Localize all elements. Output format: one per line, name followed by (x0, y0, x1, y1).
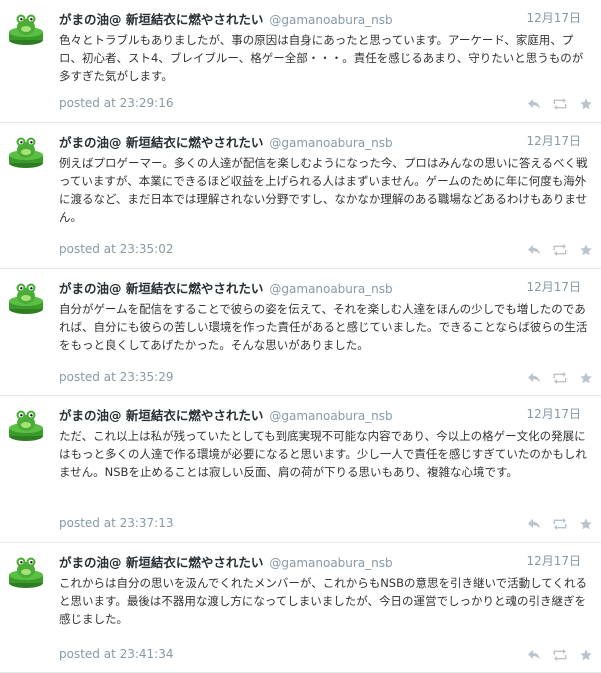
frog-avatar-icon[interactable] (6, 276, 46, 316)
tweet-text: ただ、これ以上は私が残っていたとしても到底実現不可能な内容であり、今以上の格ゲー… (59, 429, 587, 479)
tweet-actions (527, 518, 593, 530)
user-display-name[interactable]: がまの油@ 新垣結衣に燃やされたい (59, 408, 263, 423)
tweet-header: がまの油@ 新垣結衣に燃やされたい @gamanoabura_nsb 12月17日 (59, 132, 591, 150)
tweet-date[interactable]: 12月17日 (526, 405, 581, 422)
tweet-text: 色々とトラブルもありましたが、事の原因は自身にあったと思っています。アーケード、… (59, 33, 584, 83)
retweet-icon[interactable] (553, 98, 567, 110)
user-display-name[interactable]: がまの油@ 新垣結衣に燃やされたい (59, 12, 263, 27)
reply-icon[interactable] (527, 98, 541, 110)
reply-icon[interactable] (527, 244, 541, 256)
user-display-name[interactable]: がまの油@ 新垣結衣に燃やされたい (59, 135, 263, 150)
tweet: がまの油@ 新垣結衣に燃やされたい @gamanoabura_nsb 12月17日… (0, 123, 601, 269)
star-icon[interactable] (579, 244, 593, 256)
tweet-timeline: がまの油@ 新垣結衣に燃やされたい @gamanoabura_nsb 12月17日… (0, 0, 601, 673)
tweet-header: がまの油@ 新垣結衣に燃やされたい @gamanoabura_nsb 12月17日 (59, 552, 591, 570)
tweet-text: 例えばプロゲーマー。多くの人達が配信を楽しむようになった今、プロはみんなの思いに… (59, 156, 588, 224)
tweet-date[interactable]: 12月17日 (526, 278, 581, 295)
retweet-icon[interactable] (553, 518, 567, 530)
retweet-icon[interactable] (553, 649, 567, 661)
tweet-header: がまの油@ 新垣結衣に燃やされたい @gamanoabura_nsb 12月17日 (59, 405, 591, 423)
posted-at: posted at 23:41:34 (59, 647, 174, 661)
posted-at: posted at 23:29:16 (59, 96, 174, 110)
frog-avatar-icon[interactable] (6, 7, 46, 47)
user-handle[interactable]: @gamanoabura_nsb (269, 136, 392, 150)
tweet-actions (527, 244, 593, 256)
user-handle[interactable]: @gamanoabura_nsb (269, 556, 392, 570)
tweet-header: がまの油@ 新垣結衣に燃やされたい @gamanoabura_nsb 12月17日 (59, 9, 591, 27)
tweet-date[interactable]: 12月17日 (526, 552, 581, 569)
tweet: がまの油@ 新垣結衣に燃やされたい @gamanoabura_nsb 12月17日… (0, 543, 601, 673)
posted-at: posted at 23:37:13 (59, 516, 174, 530)
tweet: がまの油@ 新垣結衣に燃やされたい @gamanoabura_nsb 12月17日… (0, 396, 601, 543)
user-display-name[interactable]: がまの油@ 新垣結衣に燃やされたい (59, 281, 263, 296)
user-display-name[interactable]: がまの油@ 新垣結衣に燃やされたい (59, 555, 263, 570)
tweet-date[interactable]: 12月17日 (526, 132, 581, 149)
tweet-actions (527, 372, 593, 384)
tweet-actions (527, 98, 593, 110)
retweet-icon[interactable] (553, 244, 567, 256)
tweet: がまの油@ 新垣結衣に燃やされたい @gamanoabura_nsb 12月17日… (0, 269, 601, 396)
reply-icon[interactable] (527, 649, 541, 661)
tweet: がまの油@ 新垣結衣に燃やされたい @gamanoabura_nsb 12月17日… (0, 0, 601, 123)
user-handle[interactable]: @gamanoabura_nsb (269, 13, 392, 27)
tweet-actions (527, 649, 593, 661)
frog-avatar-icon[interactable] (6, 550, 46, 590)
retweet-icon[interactable] (553, 372, 567, 384)
star-icon[interactable] (579, 649, 593, 661)
posted-at: posted at 23:35:29 (59, 370, 174, 384)
tweet-header: がまの油@ 新垣結衣に燃やされたい @gamanoabura_nsb 12月17日 (59, 278, 591, 296)
tweet-date[interactable]: 12月17日 (526, 9, 581, 26)
reply-icon[interactable] (527, 372, 541, 384)
frog-avatar-icon[interactable] (6, 403, 46, 443)
star-icon[interactable] (579, 518, 593, 530)
tweet-text: これからは自分の思いを汲んでくれたメンバーが、これからもNSBの意思を引き継いで… (59, 576, 587, 626)
star-icon[interactable] (579, 372, 593, 384)
user-handle[interactable]: @gamanoabura_nsb (269, 409, 392, 423)
star-icon[interactable] (579, 98, 593, 110)
frog-avatar-icon[interactable] (6, 130, 46, 170)
user-handle[interactable]: @gamanoabura_nsb (269, 282, 392, 296)
tweet-text: 自分がゲームを配信をすることで彼らの姿を伝えて、それを楽しむ人達をほんの少しでも… (59, 302, 588, 352)
reply-icon[interactable] (527, 518, 541, 530)
posted-at: posted at 23:35:02 (59, 242, 174, 256)
